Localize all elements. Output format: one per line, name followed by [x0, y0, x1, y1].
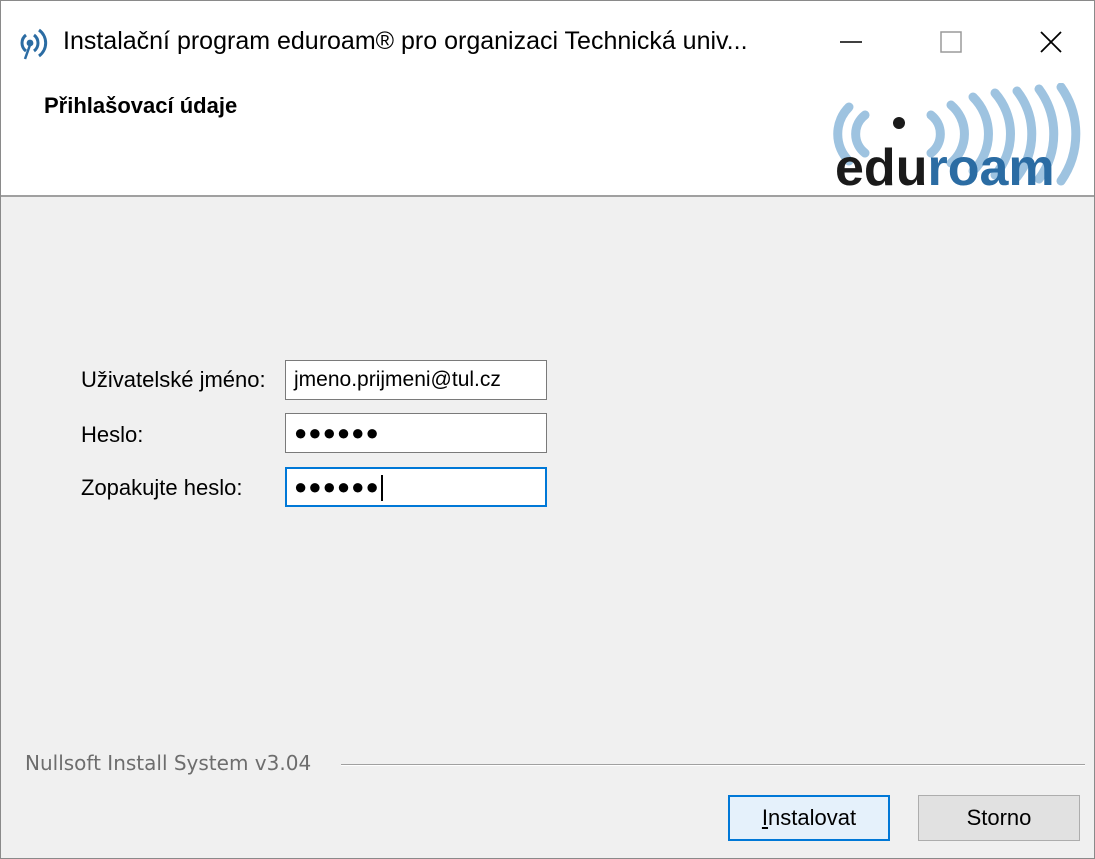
cancel-button[interactable]: Storno: [918, 795, 1080, 841]
username-value: jmeno.prijmeni@tul.cz: [294, 368, 501, 391]
eduroam-antenna-icon: [20, 28, 48, 60]
svg-text:eduroam: eduroam: [835, 139, 1055, 189]
logo-text-roam: roam: [927, 139, 1054, 189]
repeat-password-value: ●●●●●●: [294, 474, 380, 499]
cancel-button-label: Storno: [966, 805, 1032, 830]
installer-window: Instalační program eduroam® pro organiza…: [0, 0, 1095, 859]
text-caret: [380, 475, 383, 502]
install-button-label: nstalovat: [768, 805, 857, 830]
window-title: Instalační program eduroam® pro organiza…: [63, 27, 748, 55]
repeat-password-field[interactable]: ●●●●●●: [285, 467, 547, 507]
install-button[interactable]: Instalovat: [728, 795, 890, 841]
footer-divider: [341, 764, 1085, 766]
username-label: Uživatelské jméno:: [81, 367, 266, 392]
username-field[interactable]: jmeno.prijmeni@tul.cz: [285, 360, 547, 400]
page-title: Přihlašovací údaje: [44, 93, 238, 118]
minimize-icon[interactable]: [819, 15, 883, 69]
logo-text-ed: ed: [835, 139, 896, 189]
logo-text-u: u: [896, 139, 928, 189]
eduroam-logo: eduroam: [833, 83, 1081, 189]
password-value: ●●●●●●: [294, 420, 380, 445]
page-header: Přihlašovací údaje eduroam: [1, 83, 1094, 197]
repeat-password-label: Zopakujte heslo:: [81, 475, 243, 500]
close-icon[interactable]: [1019, 15, 1083, 69]
password-label: Heslo:: [81, 422, 144, 447]
installer-branding: Nullsoft Install System v3.04: [25, 751, 312, 775]
maximize-icon[interactable]: [919, 15, 983, 69]
password-field[interactable]: ●●●●●●: [285, 413, 547, 453]
title-bar[interactable]: Instalační program eduroam® pro organiza…: [1, 1, 1094, 83]
